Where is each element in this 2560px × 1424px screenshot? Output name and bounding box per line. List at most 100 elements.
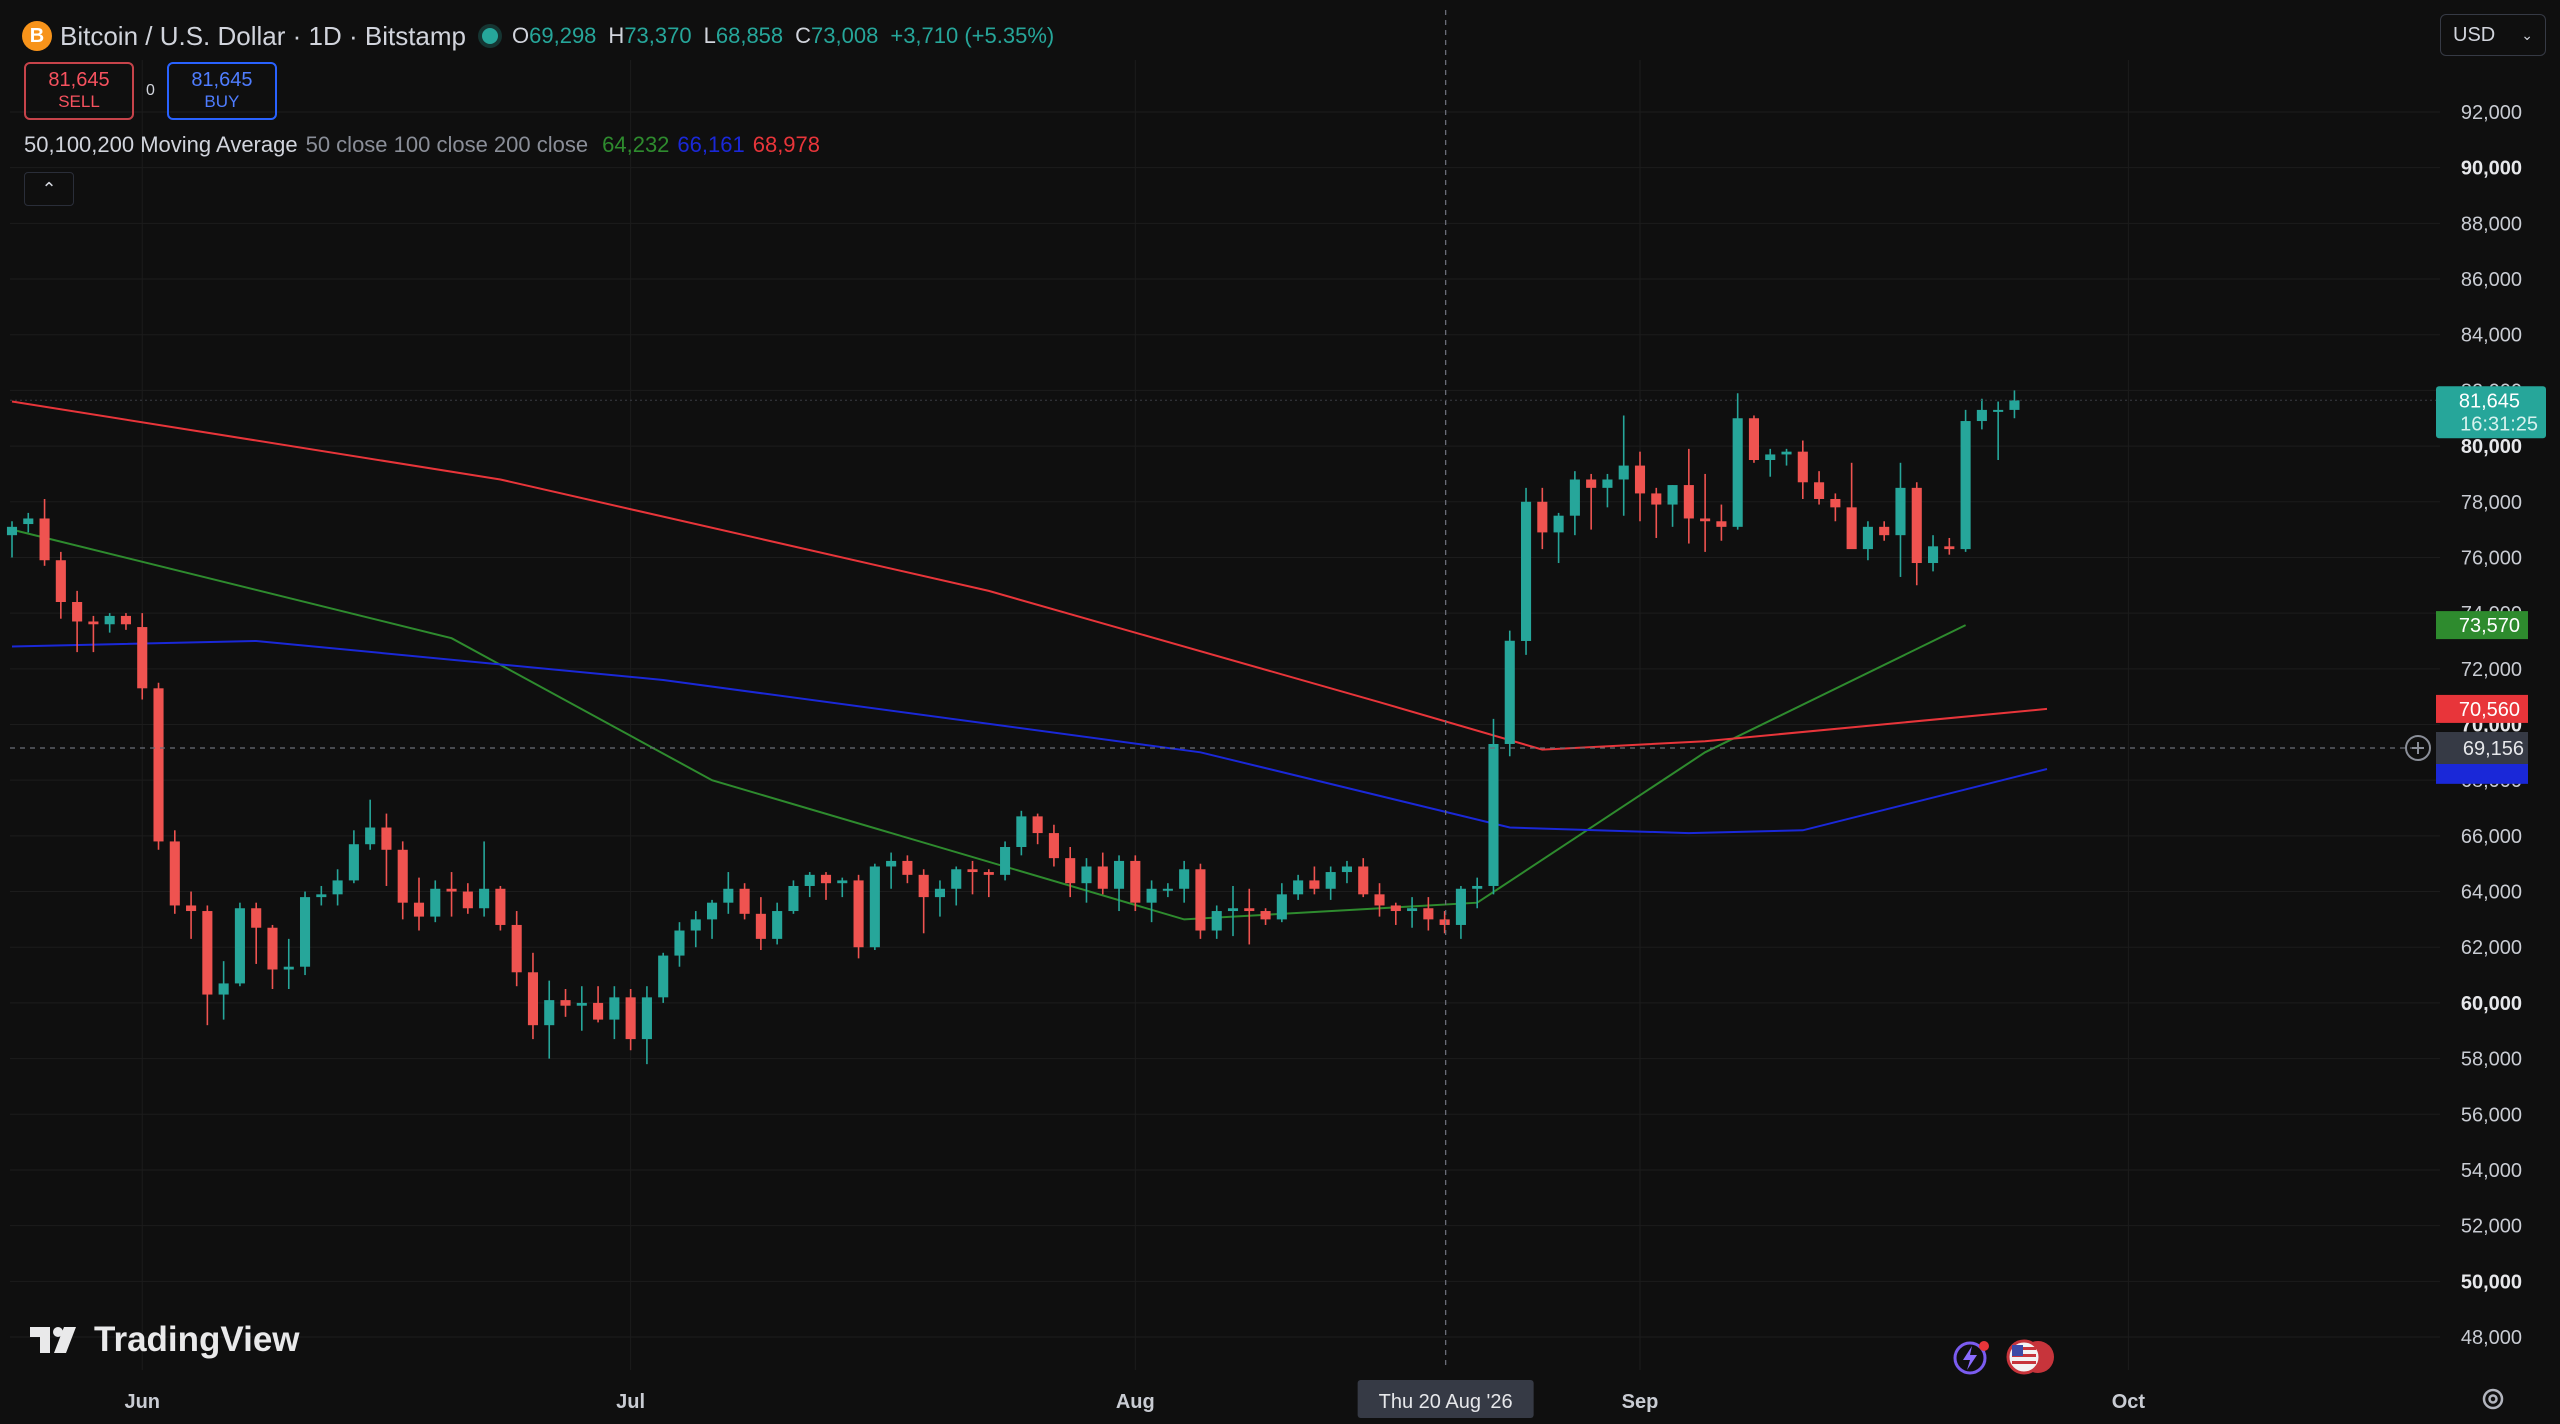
change-value: +3,710 (+5.35%): [890, 23, 1055, 48]
us-flag-icon[interactable]: [2002, 1338, 2058, 1376]
candle-body: [1944, 546, 1955, 550]
candle-body: [1211, 911, 1222, 931]
high-key: H: [608, 23, 625, 48]
candle-body: [625, 997, 636, 1040]
symbol-title[interactable]: Bitcoin / U.S. Dollar · 1D · Bitstamp: [60, 21, 466, 52]
close-value: 73,008: [811, 23, 879, 48]
candle-body: [804, 874, 815, 886]
candle-body: [1146, 888, 1157, 903]
candle-body: [137, 627, 148, 689]
last-price-label: 81,645: [2459, 390, 2520, 412]
price-tick-label: 78,000: [2461, 492, 2522, 514]
candle-body: [1634, 465, 1646, 494]
ma50-price-label: 73,570: [2459, 615, 2520, 637]
candle-body: [1097, 866, 1108, 889]
candle-body: [381, 827, 392, 850]
candle-body: [1390, 905, 1401, 912]
tradingview-logo-icon: [30, 1327, 76, 1353]
brand-name: TradingView: [94, 1320, 300, 1359]
candle-body: [869, 866, 880, 948]
candle-body: [1537, 501, 1548, 533]
candle-body: [1651, 493, 1662, 505]
candle-body: [1716, 521, 1727, 527]
candle-body: [1781, 451, 1792, 455]
candle-body: [560, 1000, 571, 1006]
ma100-value: 66,161: [677, 132, 745, 157]
candle-body: [1586, 479, 1597, 488]
time-tick-label: Jun: [124, 1391, 160, 1413]
buy-button[interactable]: 81,645 BUY: [166, 62, 277, 120]
candle-body: [299, 897, 311, 967]
lightning-icon[interactable]: [1948, 1338, 1992, 1376]
open-value: 69,298: [529, 23, 597, 48]
collapse-legend-button[interactable]: ⌃: [24, 172, 74, 206]
trade-buttons: 81,645 SELL 0 81,645 BUY: [24, 62, 277, 120]
price-axis[interactable]: 48,000 50,000 52,000 54,000 56,000 58,000 60,0…: [2461, 102, 2522, 1349]
sell-button[interactable]: 81,645 SELL: [24, 62, 134, 120]
price-tick-label: 92,000: [2461, 102, 2522, 124]
candle-body: [511, 924, 522, 973]
ma200-value: 68,978: [752, 132, 821, 157]
price-tick-label: 86,000: [2461, 269, 2522, 291]
candle-body: [1911, 487, 1922, 564]
price-tick-label: 76,000: [2461, 547, 2522, 569]
crosshair-date-label: Thu 20 Aug '26: [1379, 1391, 1513, 1413]
candle-body: [1016, 816, 1027, 847]
candle-body: [234, 908, 245, 984]
low-value: 68,858: [715, 23, 784, 48]
candle-body: [1504, 640, 1515, 744]
candle-body: [706, 902, 718, 920]
moving-average-legend[interactable]: 50,100,200 Moving Average 50 close 100 c…: [24, 132, 820, 158]
candle-body: [1244, 908, 1255, 912]
candle-body: [918, 874, 929, 898]
buy-label: BUY: [204, 92, 240, 111]
candle-body: [1569, 479, 1580, 516]
candle-body: [1472, 885, 1483, 889]
candle-body: [283, 966, 294, 970]
candle-body: [1276, 894, 1287, 920]
candle-body: [1830, 498, 1841, 508]
candle-body: [72, 602, 83, 622]
candle-body: [6, 526, 18, 536]
price-tick-label: 72,000: [2461, 659, 2522, 681]
candle-body: [1814, 482, 1825, 499]
price-tick-label: 90,000: [2461, 158, 2522, 180]
candle-body: [1879, 526, 1890, 536]
market-status-dot: [482, 28, 498, 44]
candle-body: [755, 913, 766, 939]
indicator-name[interactable]: 50,100,200 Moving Average: [24, 132, 298, 158]
currency-select[interactable]: USD ⌄: [2440, 14, 2546, 56]
candle-body: [576, 1002, 587, 1006]
tradingview-logo[interactable]: TradingView: [30, 1320, 300, 1360]
candle-body: [1765, 454, 1776, 461]
candle-body: [544, 1000, 555, 1026]
candle-body: [593, 1002, 604, 1020]
candle-body: [723, 888, 734, 903]
candle-body: [788, 885, 799, 912]
candle-body: [1325, 872, 1336, 889]
price-tick-label: 62,000: [2461, 937, 2522, 959]
candle-body: [837, 880, 848, 884]
candle-body: [120, 615, 132, 625]
candle-body: [1407, 908, 1418, 912]
candle-body: [690, 919, 701, 931]
candle-body: [348, 844, 359, 881]
price-tick-label: 80,000: [2461, 436, 2522, 458]
settings-icon[interactable]: [2480, 1386, 2506, 1412]
close-key: C: [795, 23, 812, 48]
candle-body: [951, 869, 962, 889]
candle-body: [967, 869, 978, 873]
price-chart[interactable]: 48,000 50,000 52,000 54,000 56,000 58,000 60,0…: [0, 0, 2560, 1424]
candle-body: [1732, 418, 1743, 527]
candle-body: [1032, 816, 1043, 834]
price-tick-label: 66,000: [2461, 826, 2522, 848]
symbol-header[interactable]: B Bitcoin / U.S. Dollar · 1D · Bitstamp …: [22, 16, 1054, 56]
candle-body: [674, 930, 685, 956]
ma50-value: 64,232: [602, 132, 670, 157]
time-tick-label: Oct: [2112, 1391, 2146, 1413]
time-tick-label: Aug: [1116, 1391, 1155, 1413]
candle-body: [1113, 860, 1125, 889]
candle-body: [88, 621, 99, 625]
price-tick-label: 64,000: [2461, 882, 2522, 904]
ma200-price-label: 70,560: [2459, 699, 2520, 721]
